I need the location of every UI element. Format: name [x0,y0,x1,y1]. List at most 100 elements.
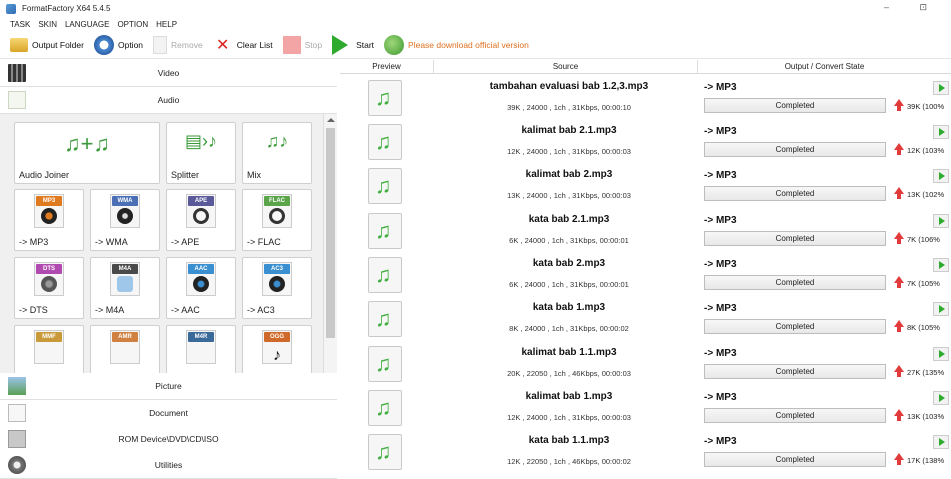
category-document[interactable]: Document [0,400,337,427]
task-row[interactable]: ♫ kata bab 2.mp3 6K , 24000 , 1ch , 31Kbps… [340,253,951,297]
to-ac3-label: -> AC3 [247,305,275,315]
task-row[interactable]: ♫ kalimat bab 2.1.mp3 12K , 24000 , 1ch , … [340,120,951,164]
play-output-button[interactable] [933,258,949,272]
stop-button[interactable]: Stop [282,34,323,56]
play-output-button[interactable] [933,81,949,95]
ogg-badge: OGG [264,332,290,342]
size-up-arrow-stem [897,105,901,111]
category-document-label: Document [149,408,188,418]
play-output-button[interactable] [933,214,949,228]
splitter-icon: ▤›♪ [184,131,218,151]
audio-file-preview-icon: ♫ [368,346,402,382]
task-row[interactable]: ♫ kalimat bab 1.mp3 12K , 24000 , 1ch , 31… [340,386,951,430]
download-official-link[interactable]: Please download official version [384,34,529,56]
audio-file-preview-icon: ♫ [368,390,402,426]
to-mp3-tile[interactable]: MP3 -> MP3 [14,189,84,251]
speaker-icon [41,208,57,224]
splitter-tile[interactable]: ▤›♪ Splitter [166,122,236,184]
category-rom[interactable]: ROM Device\DVD\CD\ISO [0,426,337,453]
menu-option[interactable]: OPTION [117,20,148,29]
to-dts-label: -> DTS [19,305,48,315]
menu-help[interactable]: HELP [156,20,177,29]
mix-icon: ♫♪ [265,131,289,151]
to-aac-label: -> AAC [171,305,200,315]
play-icon [332,35,349,55]
scroll-thumb[interactable] [326,128,335,338]
scroll-up-arrow-icon[interactable] [327,118,335,122]
task-row[interactable]: ♫ tambahan evaluasi bab 1.2,3.mp3 39K , 24… [340,76,951,120]
play-output-button[interactable] [933,435,949,449]
source-filename: kalimat bab 2.mp3 [525,169,613,180]
size-up-arrow-stem [897,193,901,199]
music-note-icon: ♪ [273,347,281,364]
category-utilities[interactable]: Utilities [0,452,337,479]
category-audio[interactable]: Audio [0,87,337,114]
task-row[interactable]: ♫ kata bab 1.1.mp3 12K , 22050 , 1ch , 46K… [340,430,951,474]
menu-task[interactable]: TASK [10,20,30,29]
play-output-button[interactable] [933,302,949,316]
play-output-button[interactable] [933,125,949,139]
source-filename: kata bab 2.mp3 [532,258,606,269]
task-row[interactable]: ♫ kalimat bab 1.1.mp3 20K , 22050 , 1ch , … [340,342,951,386]
m4r-badge: M4R [188,332,214,342]
dts-badge: DTS [36,264,62,274]
task-row[interactable]: ♫ kata bab 2.1.mp3 6K , 24000 , 1ch , 31Kb… [340,209,951,253]
window-controls[interactable]: – ⊡ [884,2,941,13]
task-row[interactable]: ♫ kata bab 1.mp3 8K , 24000 , 1ch , 31Kbps… [340,297,951,341]
source-info: 12K , 22050 , 1ch , 46Kbps, 00:00:02 [507,457,631,466]
speaker-icon [193,276,209,292]
play-output-button[interactable] [933,391,949,405]
ape-badge: APE [188,196,214,206]
to-dts-tile[interactable]: DTS -> DTS [14,257,84,319]
task-row[interactable]: ♫ kalimat bab 2.mp3 13K , 24000 , 1ch , 31… [340,164,951,208]
source-info: 12K , 24000 , 1ch , 31Kbps, 00:00:03 [507,413,631,422]
to-ac3-tile[interactable]: AC3 -> AC3 [242,257,312,319]
output-format: -> MP3 [704,259,737,270]
size-up-arrow-stem [897,371,901,377]
clear-list-button[interactable]: ✕ Clear List [213,34,273,56]
source-filename: kata bab 1.1.mp3 [528,435,610,446]
convert-status-bar: Completed [704,275,886,290]
header-preview[interactable]: Preview [340,60,434,73]
mix-tile[interactable]: ♫♪ Mix [242,122,312,184]
category-video[interactable]: Video [0,60,337,87]
output-size: 39K (100% [907,102,945,111]
category-utilities-label: Utilities [154,460,183,470]
window-title: FormatFactory X64 5.4.5 [22,4,111,13]
menu-language[interactable]: LANGUAGE [65,20,109,29]
source-info: 12K , 24000 , 1ch , 31Kbps, 00:00:03 [507,147,631,156]
source-info: 39K , 24000 , 1ch , 31Kbps, 00:00:10 [507,103,631,112]
size-up-arrow-stem [897,149,901,155]
globe-icon [384,35,405,55]
category-picture[interactable]: Picture [0,373,337,400]
to-flac-tile[interactable]: FLAC -> FLAC [242,189,312,251]
option-button[interactable]: Option [93,34,143,56]
to-ape-tile[interactable]: APE -> APE [166,189,236,251]
remove-button[interactable]: Remove [153,34,203,56]
output-format: -> MP3 [704,126,737,137]
speaker-icon [269,276,285,292]
header-source[interactable]: Source [434,60,698,73]
audio-file-preview-icon: ♫ [368,301,402,337]
headphones-icon [193,208,209,224]
output-format: -> MP3 [704,436,737,447]
audio-file-preview-icon: ♫ [368,124,402,160]
stop-label: Stop [304,40,323,50]
header-output-state[interactable]: Output / Convert State [698,60,951,73]
size-up-arrow-stem [897,238,901,244]
menu-bar: TASK SKIN LANGUAGE OPTION HELP [0,17,185,31]
output-format: -> MP3 [704,170,737,181]
output-folder-button[interactable]: Output Folder [10,34,84,56]
to-aac-tile[interactable]: AAC -> AAC [166,257,236,319]
to-wma-tile[interactable]: WMA -> WMA [90,189,160,251]
start-button[interactable]: Start [332,34,374,56]
category-rom-label: ROM Device\DVD\CD\ISO [118,434,219,444]
stop-icon [282,36,301,54]
play-output-button[interactable] [933,169,949,183]
to-m4a-tile[interactable]: M4A -> M4A [90,257,160,319]
play-output-button[interactable] [933,347,949,361]
menu-skin[interactable]: SKIN [38,20,57,29]
audio-joiner-tile[interactable]: ♫+♫ Audio Joiner [14,122,160,184]
music-note-icon [117,276,133,292]
folder-icon [10,38,28,52]
